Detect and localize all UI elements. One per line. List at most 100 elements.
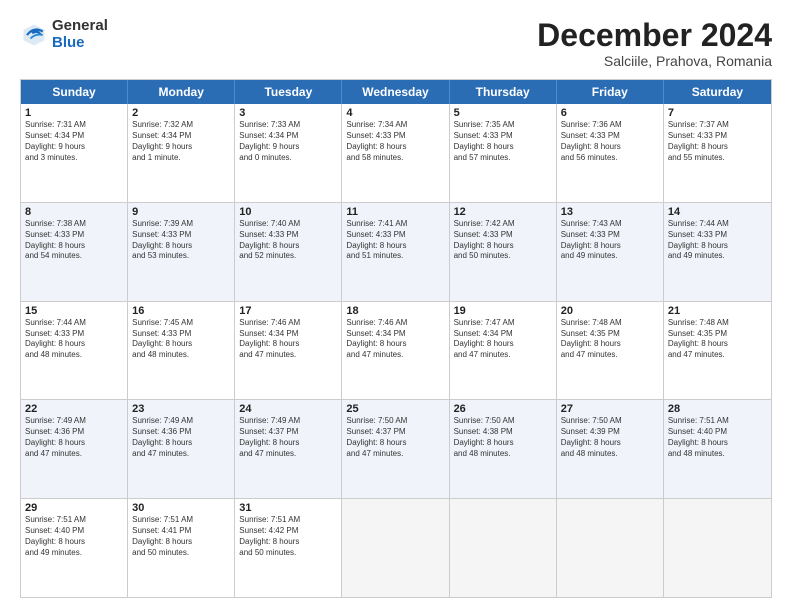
table-row: 17Sunrise: 7:46 AM Sunset: 4:34 PM Dayli… — [235, 302, 342, 400]
day-info: Sunrise: 7:41 AM Sunset: 4:33 PM Dayligh… — [346, 219, 444, 262]
table-row: 28Sunrise: 7:51 AM Sunset: 4:40 PM Dayli… — [664, 400, 771, 498]
header-monday: Monday — [128, 80, 235, 104]
day-info: Sunrise: 7:50 AM Sunset: 4:37 PM Dayligh… — [346, 416, 444, 459]
header-wednesday: Wednesday — [342, 80, 449, 104]
day-number: 28 — [668, 403, 767, 415]
day-number: 7 — [668, 107, 767, 119]
day-number: 21 — [668, 305, 767, 317]
header: General Blue December 2024 Salciile, Pra… — [20, 18, 772, 69]
calendar-header: Sunday Monday Tuesday Wednesday Thursday… — [21, 80, 771, 104]
calendar-week-1: 1Sunrise: 7:31 AM Sunset: 4:34 PM Daylig… — [21, 104, 771, 203]
logo: General Blue — [20, 18, 108, 51]
day-info: Sunrise: 7:50 AM Sunset: 4:39 PM Dayligh… — [561, 416, 659, 459]
table-row: 27Sunrise: 7:50 AM Sunset: 4:39 PM Dayli… — [557, 400, 664, 498]
table-row: 26Sunrise: 7:50 AM Sunset: 4:38 PM Dayli… — [450, 400, 557, 498]
day-info: Sunrise: 7:37 AM Sunset: 4:33 PM Dayligh… — [668, 120, 767, 163]
day-info: Sunrise: 7:51 AM Sunset: 4:40 PM Dayligh… — [668, 416, 767, 459]
header-thursday: Thursday — [450, 80, 557, 104]
day-info: Sunrise: 7:48 AM Sunset: 4:35 PM Dayligh… — [668, 318, 767, 361]
table-row: 14Sunrise: 7:44 AM Sunset: 4:33 PM Dayli… — [664, 203, 771, 301]
day-number: 25 — [346, 403, 444, 415]
day-number: 16 — [132, 305, 230, 317]
day-info: Sunrise: 7:51 AM Sunset: 4:40 PM Dayligh… — [25, 515, 123, 558]
day-number: 30 — [132, 502, 230, 514]
table-row — [664, 499, 771, 597]
day-info: Sunrise: 7:51 AM Sunset: 4:42 PM Dayligh… — [239, 515, 337, 558]
table-row: 30Sunrise: 7:51 AM Sunset: 4:41 PM Dayli… — [128, 499, 235, 597]
day-number: 11 — [346, 206, 444, 218]
day-number: 18 — [346, 305, 444, 317]
table-row: 1Sunrise: 7:31 AM Sunset: 4:34 PM Daylig… — [21, 104, 128, 202]
day-info: Sunrise: 7:49 AM Sunset: 4:36 PM Dayligh… — [132, 416, 230, 459]
day-number: 20 — [561, 305, 659, 317]
table-row: 20Sunrise: 7:48 AM Sunset: 4:35 PM Dayli… — [557, 302, 664, 400]
table-row: 29Sunrise: 7:51 AM Sunset: 4:40 PM Dayli… — [21, 499, 128, 597]
day-number: 26 — [454, 403, 552, 415]
day-number: 8 — [25, 206, 123, 218]
table-row: 23Sunrise: 7:49 AM Sunset: 4:36 PM Dayli… — [128, 400, 235, 498]
table-row: 7Sunrise: 7:37 AM Sunset: 4:33 PM Daylig… — [664, 104, 771, 202]
header-saturday: Saturday — [664, 80, 771, 104]
day-info: Sunrise: 7:46 AM Sunset: 4:34 PM Dayligh… — [346, 318, 444, 361]
header-tuesday: Tuesday — [235, 80, 342, 104]
table-row: 15Sunrise: 7:44 AM Sunset: 4:33 PM Dayli… — [21, 302, 128, 400]
day-info: Sunrise: 7:33 AM Sunset: 4:34 PM Dayligh… — [239, 120, 337, 163]
day-number: 15 — [25, 305, 123, 317]
day-number: 4 — [346, 107, 444, 119]
table-row — [342, 499, 449, 597]
day-info: Sunrise: 7:43 AM Sunset: 4:33 PM Dayligh… — [561, 219, 659, 262]
calendar-week-3: 15Sunrise: 7:44 AM Sunset: 4:33 PM Dayli… — [21, 302, 771, 401]
day-info: Sunrise: 7:47 AM Sunset: 4:34 PM Dayligh… — [454, 318, 552, 361]
day-number: 10 — [239, 206, 337, 218]
day-number: 29 — [25, 502, 123, 514]
day-number: 2 — [132, 107, 230, 119]
table-row: 21Sunrise: 7:48 AM Sunset: 4:35 PM Dayli… — [664, 302, 771, 400]
day-info: Sunrise: 7:34 AM Sunset: 4:33 PM Dayligh… — [346, 120, 444, 163]
title-block: December 2024 Salciile, Prahova, Romania — [537, 18, 772, 69]
table-row: 6Sunrise: 7:36 AM Sunset: 4:33 PM Daylig… — [557, 104, 664, 202]
day-number: 27 — [561, 403, 659, 415]
day-info: Sunrise: 7:44 AM Sunset: 4:33 PM Dayligh… — [668, 219, 767, 262]
month-title: December 2024 — [537, 18, 772, 53]
table-row — [450, 499, 557, 597]
day-info: Sunrise: 7:39 AM Sunset: 4:33 PM Dayligh… — [132, 219, 230, 262]
day-info: Sunrise: 7:44 AM Sunset: 4:33 PM Dayligh… — [25, 318, 123, 361]
day-info: Sunrise: 7:31 AM Sunset: 4:34 PM Dayligh… — [25, 120, 123, 163]
table-row: 5Sunrise: 7:35 AM Sunset: 4:33 PM Daylig… — [450, 104, 557, 202]
day-number: 3 — [239, 107, 337, 119]
logo-general-text: General — [52, 18, 108, 35]
day-info: Sunrise: 7:51 AM Sunset: 4:41 PM Dayligh… — [132, 515, 230, 558]
day-number: 17 — [239, 305, 337, 317]
day-number: 23 — [132, 403, 230, 415]
table-row: 8Sunrise: 7:38 AM Sunset: 4:33 PM Daylig… — [21, 203, 128, 301]
day-info: Sunrise: 7:42 AM Sunset: 4:33 PM Dayligh… — [454, 219, 552, 262]
day-number: 19 — [454, 305, 552, 317]
day-info: Sunrise: 7:38 AM Sunset: 4:33 PM Dayligh… — [25, 219, 123, 262]
day-number: 22 — [25, 403, 123, 415]
table-row: 10Sunrise: 7:40 AM Sunset: 4:33 PM Dayli… — [235, 203, 342, 301]
calendar: Sunday Monday Tuesday Wednesday Thursday… — [20, 79, 772, 598]
table-row: 25Sunrise: 7:50 AM Sunset: 4:37 PM Dayli… — [342, 400, 449, 498]
logo-text: General Blue — [52, 18, 108, 51]
calendar-week-4: 22Sunrise: 7:49 AM Sunset: 4:36 PM Dayli… — [21, 400, 771, 499]
table-row — [557, 499, 664, 597]
subtitle: Salciile, Prahova, Romania — [537, 53, 772, 69]
day-info: Sunrise: 7:35 AM Sunset: 4:33 PM Dayligh… — [454, 120, 552, 163]
calendar-body: 1Sunrise: 7:31 AM Sunset: 4:34 PM Daylig… — [21, 104, 771, 597]
table-row: 12Sunrise: 7:42 AM Sunset: 4:33 PM Dayli… — [450, 203, 557, 301]
logo-blue-text: Blue — [52, 35, 108, 52]
table-row: 2Sunrise: 7:32 AM Sunset: 4:34 PM Daylig… — [128, 104, 235, 202]
day-info: Sunrise: 7:50 AM Sunset: 4:38 PM Dayligh… — [454, 416, 552, 459]
day-number: 13 — [561, 206, 659, 218]
table-row: 13Sunrise: 7:43 AM Sunset: 4:33 PM Dayli… — [557, 203, 664, 301]
day-number: 14 — [668, 206, 767, 218]
day-info: Sunrise: 7:40 AM Sunset: 4:33 PM Dayligh… — [239, 219, 337, 262]
day-info: Sunrise: 7:32 AM Sunset: 4:34 PM Dayligh… — [132, 120, 230, 163]
table-row: 19Sunrise: 7:47 AM Sunset: 4:34 PM Dayli… — [450, 302, 557, 400]
day-info: Sunrise: 7:49 AM Sunset: 4:36 PM Dayligh… — [25, 416, 123, 459]
day-info: Sunrise: 7:36 AM Sunset: 4:33 PM Dayligh… — [561, 120, 659, 163]
calendar-week-2: 8Sunrise: 7:38 AM Sunset: 4:33 PM Daylig… — [21, 203, 771, 302]
day-number: 12 — [454, 206, 552, 218]
table-row: 16Sunrise: 7:45 AM Sunset: 4:33 PM Dayli… — [128, 302, 235, 400]
day-info: Sunrise: 7:48 AM Sunset: 4:35 PM Dayligh… — [561, 318, 659, 361]
